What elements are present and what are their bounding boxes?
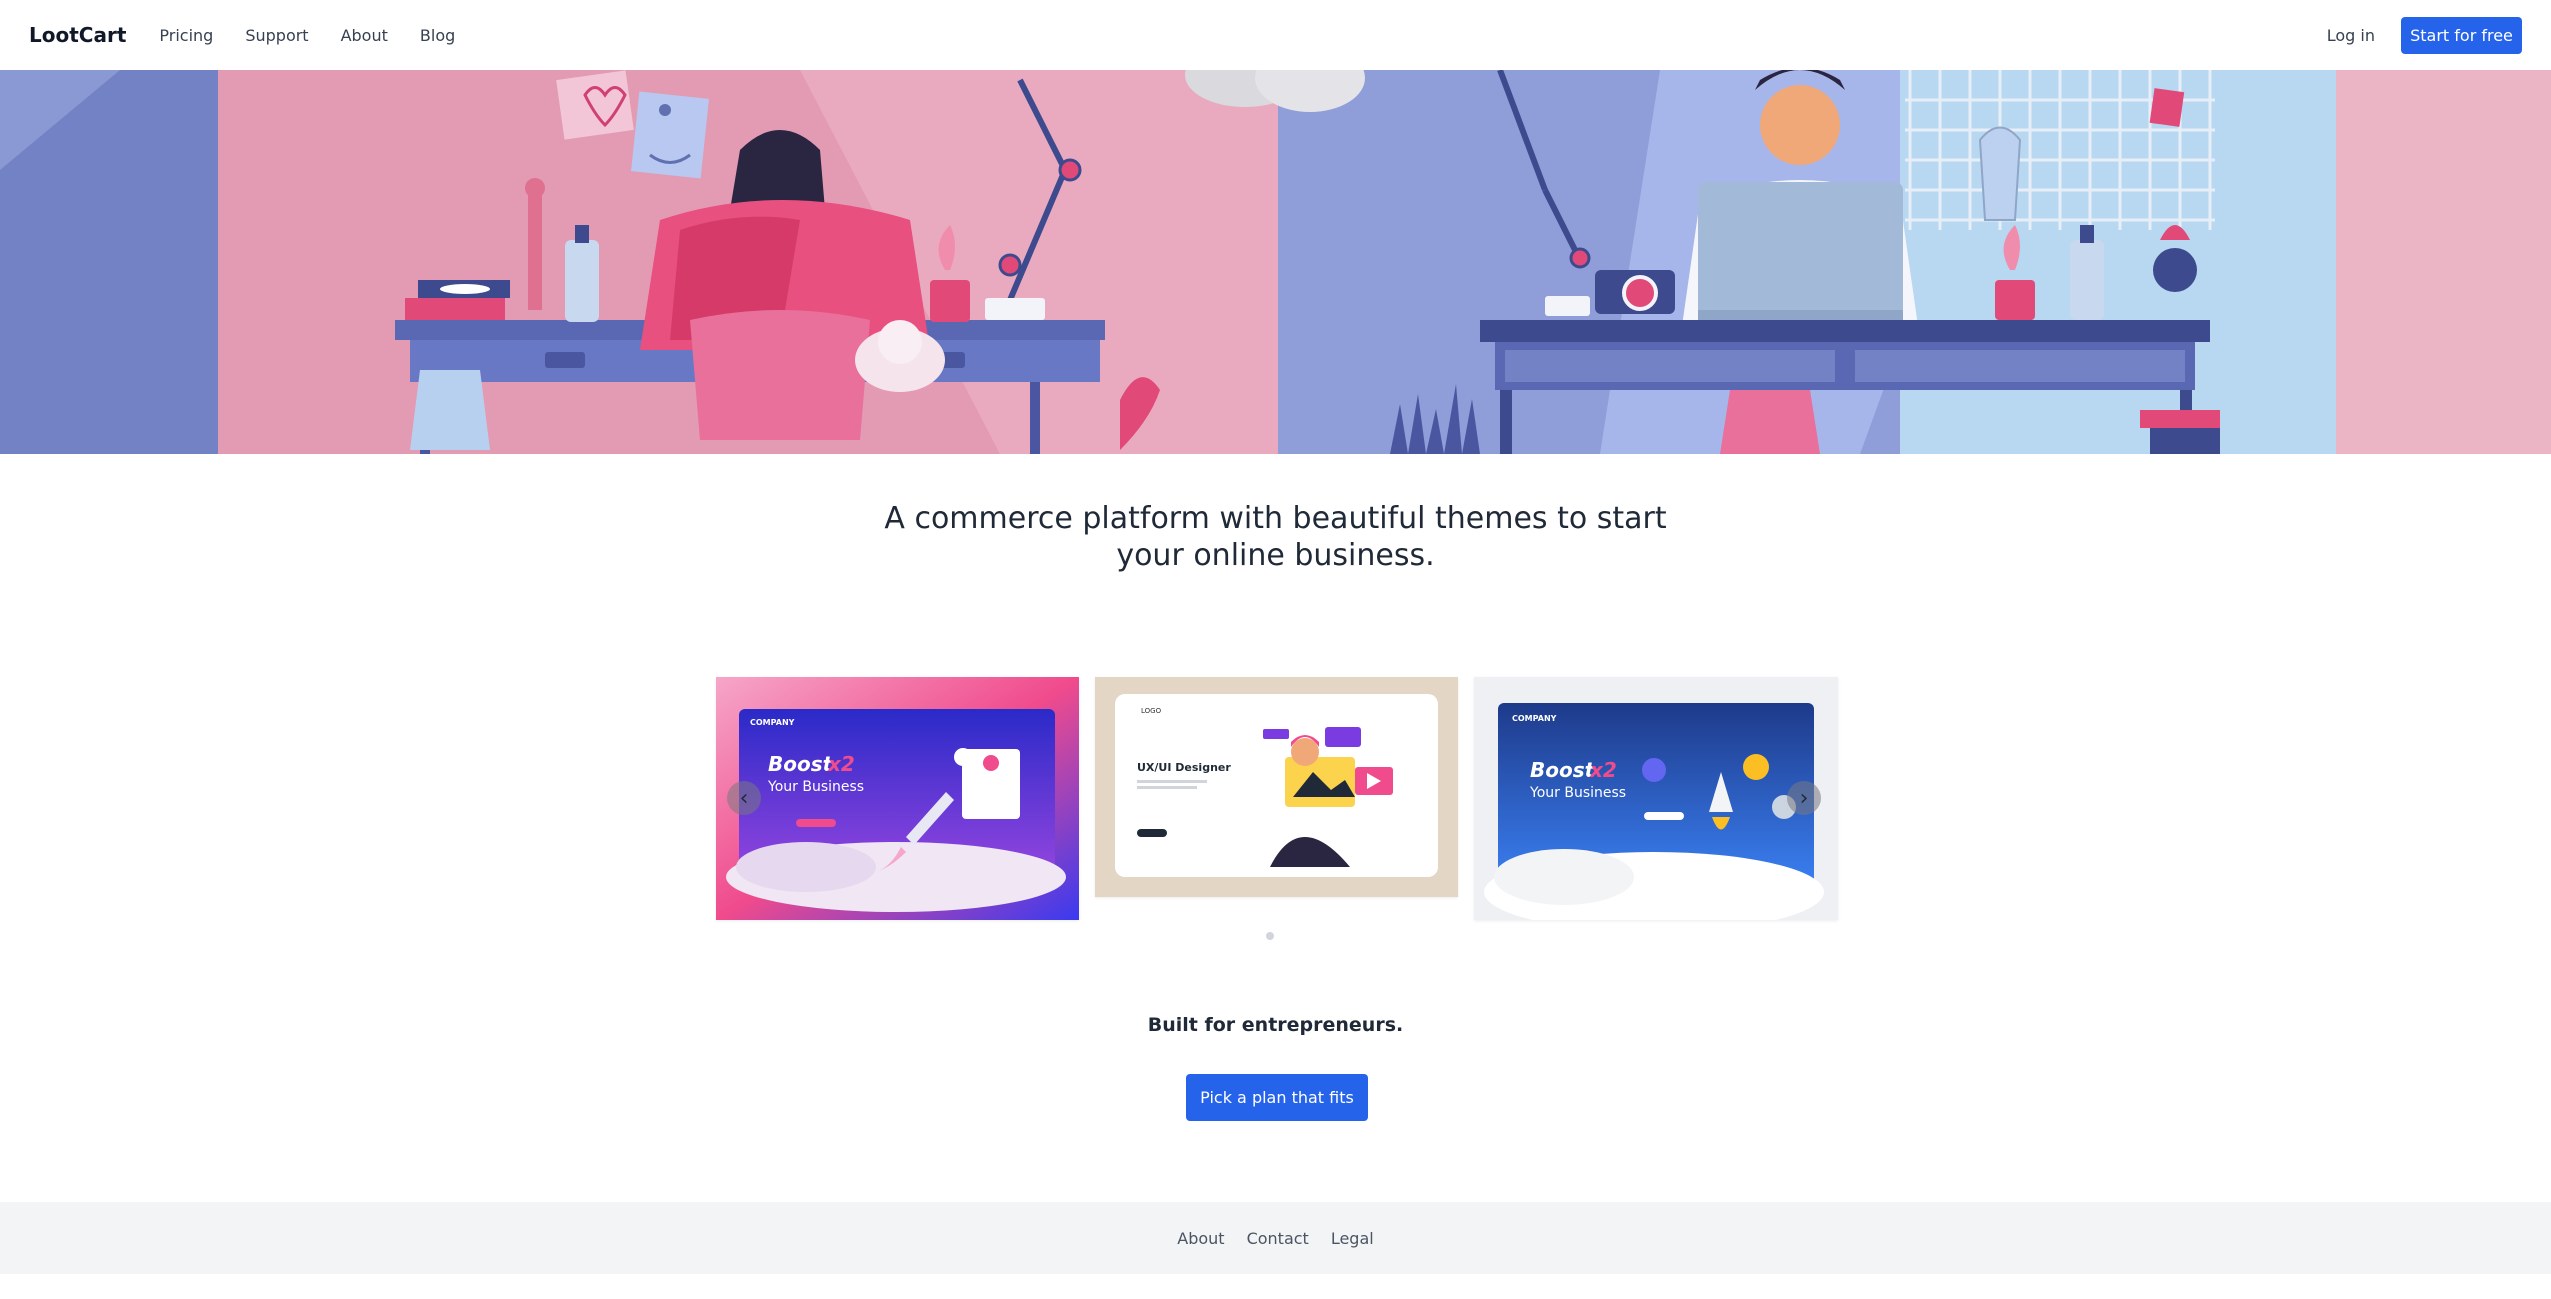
theme-carousel: COMPANY Boost x2 Your Business LOGO UX/U… <box>716 677 1838 940</box>
slide3-title-boost: Boost <box>1530 758 1596 782</box>
carousel-indicator-dot[interactable] <box>1266 932 1274 940</box>
hero-illustration <box>0 70 2551 454</box>
slide1-company: COMPANY <box>750 718 795 727</box>
slide1-title-x2: x2 <box>827 752 855 776</box>
nav-link-blog[interactable]: Blog <box>420 26 455 45</box>
theme-slide-3[interactable]: COMPANY Boost x2 Your Business <box>1474 677 1838 920</box>
nav-link-support[interactable]: Support <box>245 26 308 45</box>
chevron-left-icon: ‹ <box>739 785 749 811</box>
nav-actions: Log in Start for free <box>2327 16 2522 54</box>
nav-link-pricing[interactable]: Pricing <box>159 26 213 45</box>
hero-headline-text: A commerce platform with beautiful theme… <box>884 501 1667 573</box>
slide1-title-business: Your Business <box>767 779 864 795</box>
slide3-title-x2: x2 <box>1589 758 1617 782</box>
start-for-free-button[interactable]: Start for free <box>2401 16 2522 54</box>
brand-logo[interactable]: LootCart <box>29 23 126 47</box>
footer-link-legal[interactable]: Legal <box>1331 1229 1374 1248</box>
slide3-company: COMPANY <box>1512 714 1557 723</box>
top-navbar: LootCart Pricing Support About Blog Log … <box>0 0 2551 70</box>
slide1-title-boost: Boost <box>768 752 834 776</box>
slide2-title: UX/UI Designer <box>1137 761 1231 774</box>
hero-headline: A commerce platform with beautiful theme… <box>0 500 2551 574</box>
theme-preview-3: COMPANY Boost x2 Your Business <box>1474 677 1838 920</box>
nav-link-about[interactable]: About <box>341 26 388 45</box>
chevron-right-icon: › <box>1799 785 1809 811</box>
theme-preview-2: LOGO UX/UI Designer <box>1095 677 1458 897</box>
hero-workspace-illustration <box>0 70 2551 454</box>
carousel-next-button[interactable]: › <box>1787 781 1821 815</box>
slide3-title-business: Your Business <box>1529 785 1626 801</box>
carousel-prev-button[interactable]: ‹ <box>727 781 761 815</box>
footer-link-contact[interactable]: Contact <box>1247 1229 1309 1248</box>
login-link[interactable]: Log in <box>2327 26 2375 45</box>
cta-tagline: Built for entrepreneurs. <box>1147 1014 1404 1036</box>
slide2-logo: LOGO <box>1141 707 1162 715</box>
pick-plan-button[interactable]: Pick a plan that fits <box>1186 1074 1368 1121</box>
page-footer: About Contact Legal <box>0 1202 2551 1274</box>
theme-slide-1[interactable]: COMPANY Boost x2 Your Business <box>716 677 1079 920</box>
theme-slide-2[interactable]: LOGO UX/UI Designer <box>1095 677 1458 897</box>
theme-preview-1: COMPANY Boost x2 Your Business <box>716 677 1079 920</box>
footer-link-about[interactable]: About <box>1177 1229 1224 1248</box>
